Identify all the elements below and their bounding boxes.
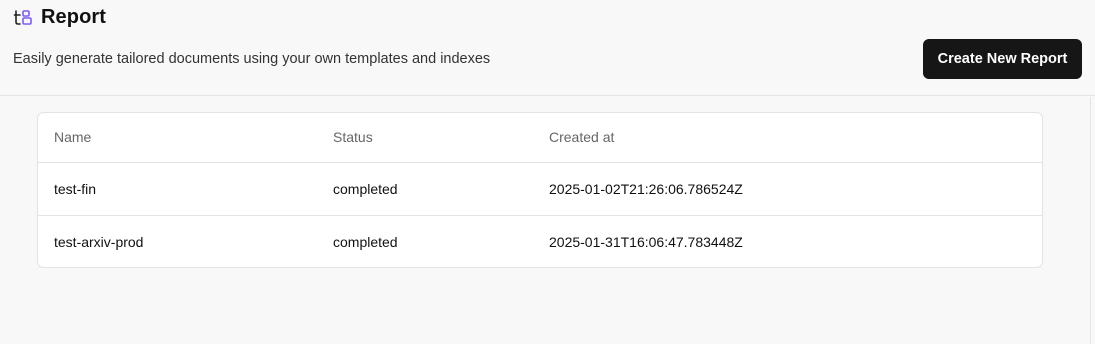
table-row[interactable]: test-arxiv-prod completed 2025-01-31T16:… bbox=[38, 214, 1042, 267]
report-name-cell[interactable]: test-fin bbox=[38, 162, 317, 215]
column-header-name[interactable]: Name bbox=[38, 113, 317, 163]
report-created-at-cell: 2025-01-31T16:06:47.783448Z bbox=[533, 214, 1042, 267]
create-new-report-button[interactable]: Create New Report bbox=[923, 39, 1082, 79]
panel-divider bbox=[1090, 97, 1091, 344]
reports-table: Name Status Created at test-fin complete… bbox=[38, 113, 1042, 267]
page-subtitle: Easily generate tailored documents using… bbox=[13, 51, 491, 67]
report-created-at-cell: 2025-01-02T21:26:06.786524Z bbox=[549, 180, 743, 197]
report-status-cell: completed bbox=[317, 214, 533, 267]
page-title: Report bbox=[41, 6, 107, 28]
report-logo-icon bbox=[13, 8, 33, 28]
reports-table-card: Name Status Created at test-fin complete… bbox=[37, 112, 1043, 268]
report-name-cell[interactable]: test-arxiv-prod bbox=[38, 214, 317, 267]
column-header-status[interactable]: Status bbox=[317, 113, 533, 163]
title-row: Report bbox=[13, 6, 106, 29]
page-header: Report Easily generate tailored document… bbox=[0, 0, 1095, 96]
column-header-created-at[interactable]: Created at bbox=[533, 113, 1042, 163]
table-header-row: Name Status Created at bbox=[38, 113, 1042, 163]
table-row[interactable]: test-fin completed 2025-01-02T21:26:06.7… bbox=[38, 162, 1042, 215]
report-status-cell: completed bbox=[333, 180, 398, 197]
